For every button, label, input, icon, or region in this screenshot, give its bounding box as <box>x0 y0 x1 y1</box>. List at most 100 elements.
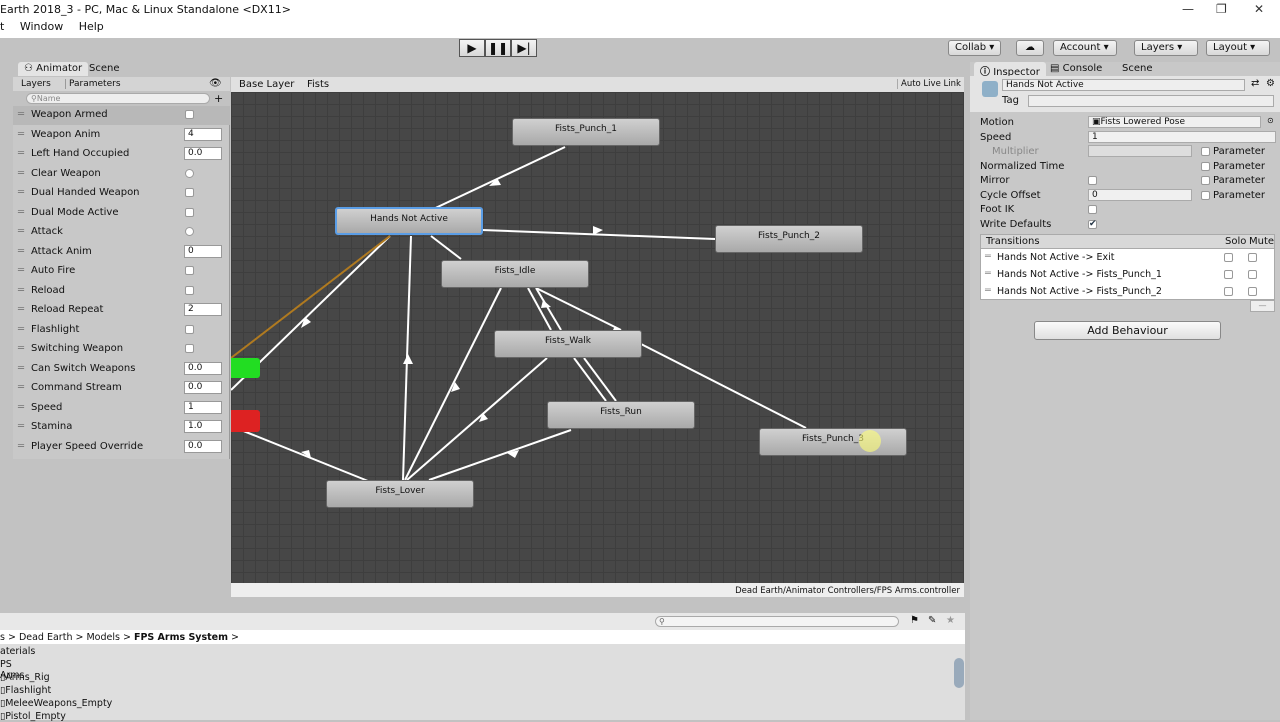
parameter-row[interactable]: ═ Attack <box>13 223 230 242</box>
state-fists-idle[interactable]: Fists_Idle <box>441 260 589 288</box>
drag-handle-icon[interactable]: ═ <box>18 324 24 335</box>
solo-checkbox[interactable] <box>1224 287 1233 296</box>
drag-handle-icon[interactable]: ═ <box>18 207 24 218</box>
parameter-row[interactable]: ═ Reload Repeat 2 <box>13 301 230 320</box>
drag-handle-icon[interactable]: ═ <box>985 285 991 296</box>
parameter-value-input[interactable]: 0 <box>184 244 222 258</box>
solo-checkbox[interactable] <box>1224 253 1233 262</box>
parameter-row[interactable]: ═ Dual Mode Active <box>13 204 230 223</box>
parameter-trigger[interactable] <box>185 227 194 236</box>
parameter-checkbox[interactable] <box>185 285 194 295</box>
parameter-row[interactable]: ═ Weapon Armed <box>13 106 230 125</box>
drag-handle-icon[interactable]: ═ <box>18 226 24 237</box>
transition-row[interactable]: ═ Hands Not Active -> Exit <box>982 249 1272 266</box>
step-button[interactable]: ▶| <box>511 39 537 57</box>
parameter-value-input[interactable]: 0.0 <box>184 147 222 160</box>
drag-handle-icon[interactable]: ═ <box>18 187 24 198</box>
account-dropdown[interactable]: Account ▾ <box>1053 40 1117 56</box>
parameter-row[interactable]: ═ Speed 1 <box>13 399 230 418</box>
drag-handle-icon[interactable]: ═ <box>18 246 24 257</box>
drag-handle-icon[interactable]: ═ <box>18 129 24 140</box>
parameter-row[interactable]: ═ Reload <box>13 282 230 301</box>
drag-handle-icon[interactable]: ═ <box>985 251 991 262</box>
parameter-row[interactable]: ═ Attack Anim 0 <box>13 243 230 262</box>
menu-help[interactable]: Help <box>79 20 104 33</box>
gear-icon[interactable]: ⚙ <box>1266 78 1275 89</box>
object-picker-icon[interactable]: ⊙ <box>1267 116 1274 125</box>
solo-checkbox[interactable] <box>1224 270 1233 279</box>
breadcrumb-assets[interactable]: s <box>0 632 5 643</box>
parameter-checkbox[interactable] <box>185 207 194 217</box>
add-parameter-button[interactable]: + <box>214 92 223 105</box>
play-button[interactable]: ▶ <box>459 39 485 57</box>
mirror-checkbox[interactable] <box>1088 176 1097 185</box>
entry-node[interactable] <box>231 358 260 378</box>
parameter-row[interactable]: ═ Command Stream 0.0 <box>13 379 230 398</box>
drag-handle-icon[interactable]: ═ <box>18 304 24 315</box>
minimize-icon[interactable]: — <box>1182 2 1194 16</box>
drag-handle-icon[interactable]: ═ <box>18 265 24 276</box>
preset-icon[interactable]: ⇄ <box>1251 78 1259 89</box>
eye-icon[interactable]: 👁 <box>209 78 222 89</box>
drag-handle-icon[interactable]: ═ <box>18 421 24 432</box>
drag-handle-icon[interactable]: ═ <box>18 168 24 179</box>
breadcrumb-models[interactable]: Models <box>86 632 119 643</box>
parameter-checkbox[interactable] <box>185 188 194 197</box>
parameter-row[interactable]: ═ Left Hand Occupied 0.0 <box>13 145 230 164</box>
project-item[interactable]: ▯Flashlight <box>0 685 51 696</box>
parameter-checkbox[interactable] <box>185 266 194 275</box>
mute-checkbox[interactable] <box>1248 253 1257 262</box>
tab-console[interactable]: ▤ Console <box>1044 62 1108 76</box>
parameter-row[interactable]: ═ Can Switch Weapons 0.0 <box>13 360 230 379</box>
layout-dropdown[interactable]: Layout ▾ <box>1206 40 1270 56</box>
multiplier-parameter-checkbox[interactable] <box>1201 147 1210 156</box>
parameter-row[interactable]: ═ Switching Weapon <box>13 340 230 359</box>
state-name-input[interactable]: Hands Not Active <box>1002 79 1245 91</box>
parameter-value-input[interactable]: 0.0 <box>184 439 222 453</box>
tab-scene-inspector[interactable]: Scene <box>1116 62 1159 76</box>
remove-transition-button[interactable]: — <box>1250 300 1275 312</box>
project-item[interactable]: ▯Pistol_Empty <box>0 711 66 722</box>
restore-icon[interactable]: ❐ <box>1216 2 1227 16</box>
auto-live-link-button[interactable]: Auto Live Link <box>897 79 961 89</box>
parameter-checkbox[interactable] <box>185 344 194 353</box>
pause-button[interactable]: ❚❚ <box>485 39 511 57</box>
parameter-checkbox[interactable] <box>185 324 194 334</box>
drag-handle-icon[interactable]: ═ <box>18 109 24 120</box>
mute-checkbox[interactable] <box>1248 287 1257 296</box>
add-behaviour-button[interactable]: Add Behaviour <box>1034 321 1221 340</box>
layers-dropdown[interactable]: Layers ▾ <box>1134 40 1198 56</box>
project-item[interactable]: ▯Arms_Rig <box>0 672 50 683</box>
parameter-row[interactable]: ═ Auto Fire <box>13 262 230 281</box>
parameter-value-input[interactable]: 1 <box>184 400 222 414</box>
project-item[interactable]: ▯MeleeWeapons_Empty <box>0 698 112 709</box>
parameter-value-input[interactable]: 4 <box>184 127 222 141</box>
parameter-row[interactable]: ═ Weapon Anim 4 <box>13 126 230 145</box>
motion-field[interactable]: ▣Fists Lowered Pose <box>1088 116 1261 128</box>
multiplier-dropdown[interactable] <box>1088 145 1192 157</box>
transition-row[interactable]: ═ Hands Not Active -> Fists_Punch_1 <box>982 266 1272 283</box>
breadcrumb-fists[interactable]: Fists <box>307 79 329 90</box>
parameter-value-input[interactable]: 0.0 <box>184 381 222 394</box>
state-machine-graph[interactable]: Fists_Punch_1 Hands Not Active Fists_Pun… <box>231 92 964 583</box>
state-fists-lover[interactable]: Fists_Lover <box>326 480 474 508</box>
tab-inspector[interactable]: ⓘ Inspector <box>974 62 1046 78</box>
breadcrumb-dead-earth[interactable]: Dead Earth <box>19 632 73 643</box>
cloud-icon[interactable]: ☁ <box>1016 40 1044 56</box>
cycle-offset-input[interactable]: 0 <box>1088 189 1192 201</box>
transition-row[interactable]: ═ Hands Not Active -> Fists_Punch_2 <box>982 283 1272 300</box>
favorite-icon[interactable]: ★ <box>946 615 955 626</box>
parameter-row[interactable]: ═ Dual Handed Weapon <box>13 184 230 203</box>
state-fists-walk[interactable]: Fists_Walk <box>494 330 642 358</box>
drag-handle-icon[interactable]: ═ <box>18 285 24 296</box>
tab-layers[interactable]: Layers <box>21 79 51 89</box>
drag-handle-icon[interactable]: ═ <box>18 343 24 354</box>
close-icon[interactable]: ✕ <box>1254 2 1264 16</box>
parameter-value-input[interactable]: 1.0 <box>184 420 222 433</box>
breadcrumb-fps-arms-system[interactable]: FPS Arms System <box>134 632 228 643</box>
parameter-value-input[interactable]: 2 <box>184 303 222 316</box>
parameter-search-input[interactable]: ⚲Name <box>26 93 210 104</box>
exit-node[interactable] <box>231 410 260 432</box>
normalized-time-parameter-checkbox[interactable] <box>1201 162 1210 171</box>
tag-input[interactable] <box>1028 95 1274 107</box>
